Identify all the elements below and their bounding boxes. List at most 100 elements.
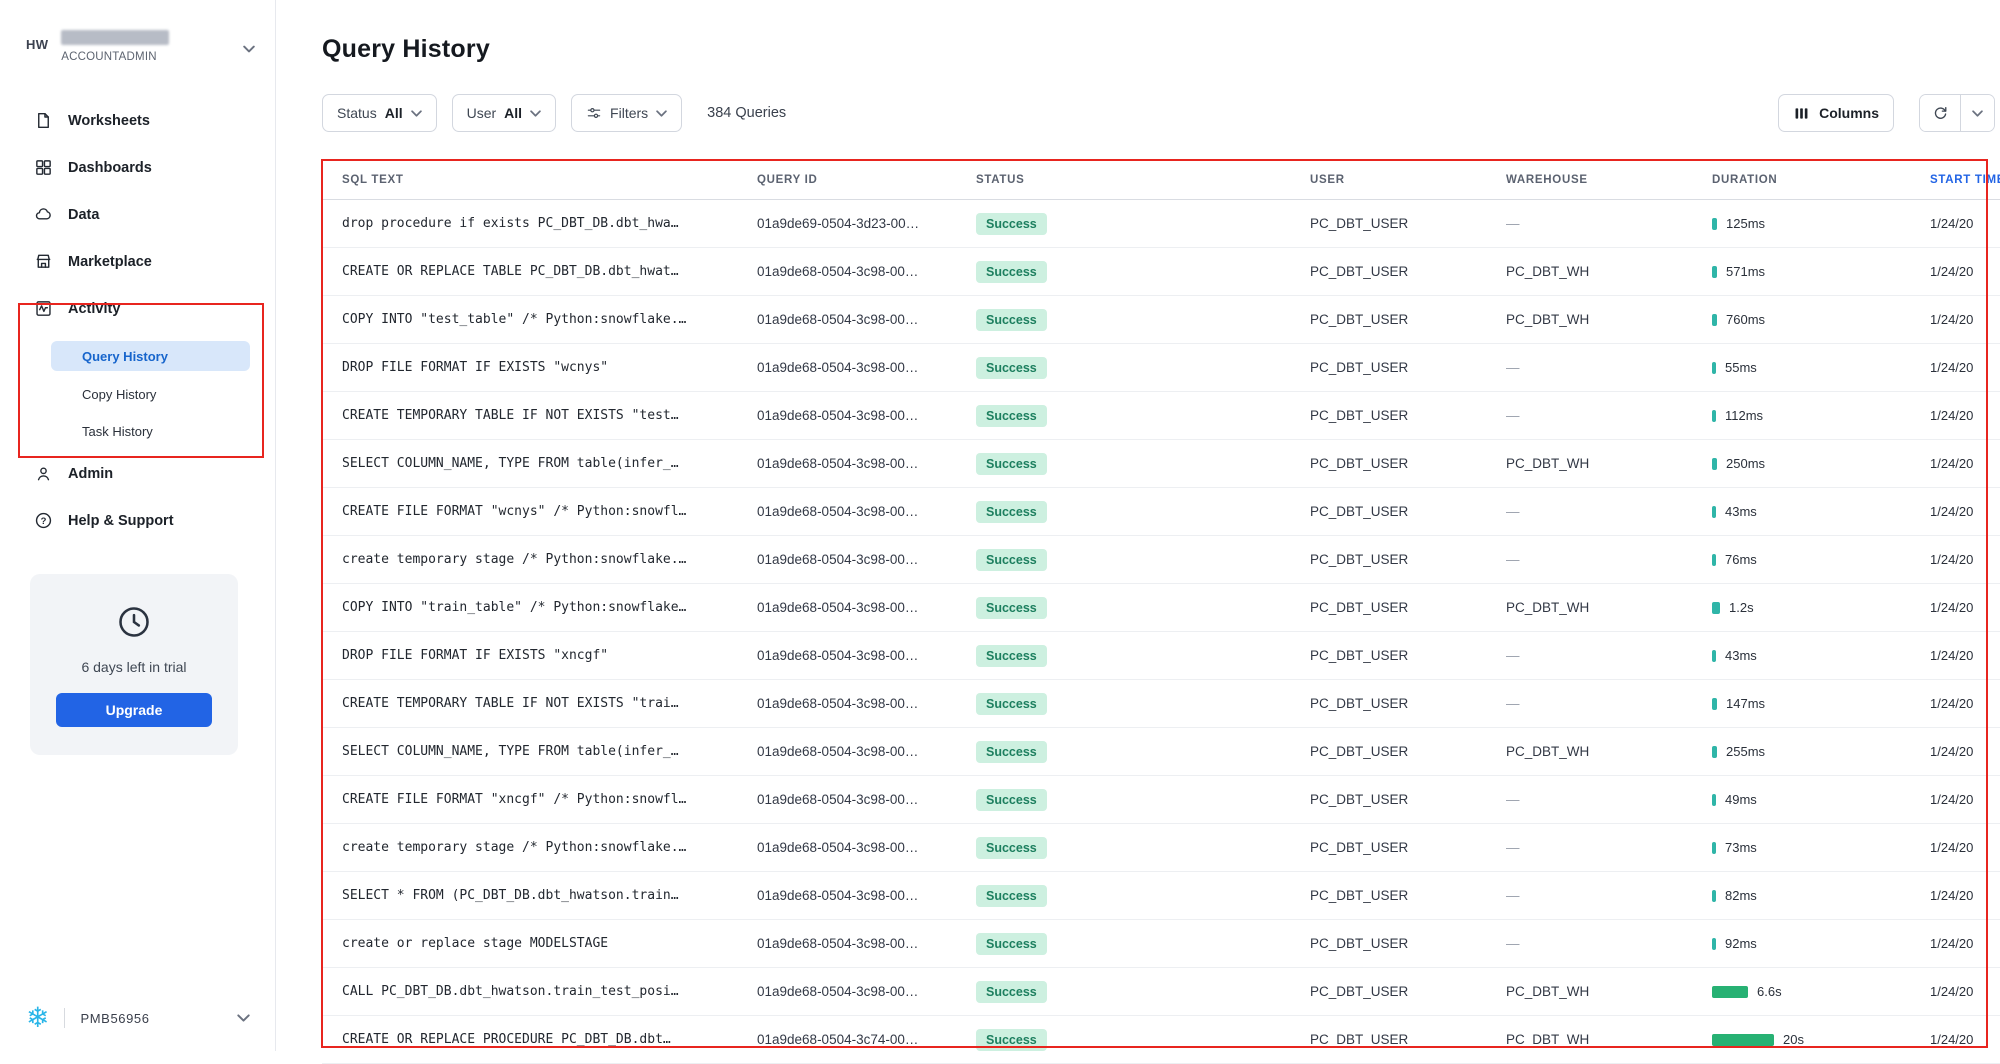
status-badge: Success xyxy=(976,309,1047,331)
cell-query-id: 01a9de68-0504-3c98-00… xyxy=(757,792,976,807)
cell-duration: 147ms xyxy=(1712,696,1930,711)
table-row[interactable]: CREATE TEMPORARY TABLE IF NOT EXISTS "te… xyxy=(322,392,2000,440)
duration-bar xyxy=(1712,986,1748,998)
column-header-user[interactable]: User xyxy=(1310,174,1506,186)
filters-button[interactable]: Filters xyxy=(571,94,682,132)
duration-bar xyxy=(1712,698,1717,710)
column-header-start-time[interactable]: Start Time xyxy=(1930,174,2000,186)
status-badge: Success xyxy=(976,1029,1047,1051)
cell-user: PC_DBT_USER xyxy=(1310,696,1506,711)
refresh-options-button[interactable] xyxy=(1961,95,1994,131)
table-row[interactable]: drop procedure if exists PC_DBT_DB.dbt_h… xyxy=(322,200,2000,248)
cell-duration: 760ms xyxy=(1712,312,1930,327)
cell-warehouse: — xyxy=(1506,408,1712,423)
table-row[interactable]: DROP FILE FORMAT IF EXISTS "wcnys" 01a9d… xyxy=(322,344,2000,392)
sidebar-item-dashboards[interactable]: Dashboards xyxy=(0,144,275,191)
trial-message: 6 days left in trial xyxy=(81,659,186,675)
sidebar-item-help-support[interactable]: ? Help & Support xyxy=(0,497,275,544)
table-row[interactable]: CREATE OR REPLACE PROCEDURE PC_DBT_DB.db… xyxy=(322,1016,2000,1064)
column-header-sql-text[interactable]: SQL Text xyxy=(342,174,757,186)
table-row[interactable]: COPY INTO "test_table" /* Python:snowfla… xyxy=(322,296,2000,344)
duration-bar xyxy=(1712,458,1717,470)
sidebar-item-marketplace[interactable]: Marketplace xyxy=(0,238,275,285)
sidebar-item-admin[interactable]: Admin xyxy=(0,450,275,497)
columns-button[interactable]: Columns xyxy=(1778,94,1894,132)
column-header-status[interactable]: Status xyxy=(976,174,1310,186)
data-cloud-icon xyxy=(33,205,53,225)
upgrade-button[interactable]: Upgrade xyxy=(56,693,212,727)
sidebar-item-label: Worksheets xyxy=(68,113,150,129)
table-row[interactable]: CALL PC_DBT_DB.dbt_hwatson.train_test_po… xyxy=(322,968,2000,1016)
account-role: ACCOUNTADMIN xyxy=(61,51,243,63)
cell-start-time: 1/24/20 xyxy=(1930,648,2000,663)
cell-warehouse: PC_DBT_WH xyxy=(1506,600,1712,615)
cell-status: Success xyxy=(976,261,1310,283)
cell-warehouse: — xyxy=(1506,696,1712,711)
cell-status: Success xyxy=(976,453,1310,475)
cell-user: PC_DBT_USER xyxy=(1310,984,1506,999)
sidebar-item-data[interactable]: Data xyxy=(0,191,275,238)
table-row[interactable]: CREATE TEMPORARY TABLE IF NOT EXISTS "tr… xyxy=(322,680,2000,728)
chevron-down-icon xyxy=(530,110,541,117)
activity-subnav: Query History Copy History Task History xyxy=(0,332,275,450)
table-row[interactable]: COPY INTO "train_table" /* Python:snowfl… xyxy=(322,584,2000,632)
table-row[interactable]: CREATE FILE FORMAT "xncgf" /* Python:sno… xyxy=(322,776,2000,824)
table-header: SQL Text Query ID Status User Warehouse … xyxy=(322,160,2000,200)
cell-query-id: 01a9de68-0504-3c98-00… xyxy=(757,552,976,567)
column-header-query-id[interactable]: Query ID xyxy=(757,174,976,186)
cell-warehouse: — xyxy=(1506,888,1712,903)
duration-text: 1.2s xyxy=(1729,600,1754,615)
org-block: ACCOUNTADMIN xyxy=(61,30,243,63)
table-row[interactable]: SELECT COLUMN_NAME, TYPE FROM table(infe… xyxy=(322,728,2000,776)
sidebar-item-activity[interactable]: Activity xyxy=(0,285,275,332)
cell-status: Success xyxy=(976,789,1310,811)
table-row[interactable]: CREATE OR REPLACE TABLE PC_DBT_DB.dbt_hw… xyxy=(322,248,2000,296)
cell-start-time: 1/24/20 xyxy=(1930,840,2000,855)
cell-query-id: 01a9de68-0504-3c98-00… xyxy=(757,696,976,711)
table-row[interactable]: create temporary stage /* Python:snowfla… xyxy=(322,824,2000,872)
user-filter-button[interactable]: User All xyxy=(452,94,556,132)
sidebar-item-query-history[interactable]: Query History xyxy=(51,341,250,371)
avatar: HW xyxy=(26,37,48,52)
cell-user: PC_DBT_USER xyxy=(1310,264,1506,279)
chevron-down-icon[interactable] xyxy=(237,1009,250,1027)
help-icon: ? xyxy=(33,511,53,531)
table-row[interactable]: create or replace stage MODELSTAGE 01a9d… xyxy=(322,920,2000,968)
refresh-button[interactable] xyxy=(1920,95,1961,131)
sidebar-item-task-history[interactable]: Task History xyxy=(0,413,275,450)
column-header-duration[interactable]: Duration xyxy=(1712,174,1930,186)
cell-sql-text: SELECT COLUMN_NAME, TYPE FROM table(infe… xyxy=(342,456,757,471)
cell-start-time: 1/24/20 xyxy=(1930,600,2000,615)
cell-query-id: 01a9de68-0504-3c98-00… xyxy=(757,408,976,423)
cell-query-id: 01a9de68-0504-3c98-00… xyxy=(757,840,976,855)
status-filter-button[interactable]: Status All xyxy=(322,94,437,132)
duration-bar xyxy=(1712,266,1717,278)
cell-sql-text: CREATE OR REPLACE PROCEDURE PC_DBT_DB.db… xyxy=(342,1032,757,1047)
cell-warehouse: — xyxy=(1506,648,1712,663)
duration-bar xyxy=(1712,554,1716,566)
sidebar-item-copy-history[interactable]: Copy History xyxy=(0,376,275,413)
sidebar-item-worksheets[interactable]: Worksheets xyxy=(0,97,275,144)
table-row[interactable]: create temporary stage /* Python:snowfla… xyxy=(322,536,2000,584)
cell-duration: 76ms xyxy=(1712,552,1930,567)
account-switcher[interactable]: HW ACCOUNTADMIN xyxy=(0,0,275,63)
dashboards-icon xyxy=(33,158,53,178)
cell-duration: 6.6s xyxy=(1712,984,1930,999)
table-row[interactable]: DROP FILE FORMAT IF EXISTS "xncgf" 01a9d… xyxy=(322,632,2000,680)
table-row[interactable]: SELECT * FROM (PC_DBT_DB.dbt_hwatson.tra… xyxy=(322,872,2000,920)
column-header-warehouse[interactable]: Warehouse xyxy=(1506,174,1712,186)
svg-text:?: ? xyxy=(40,516,46,527)
cell-sql-text: DROP FILE FORMAT IF EXISTS "wcnys" xyxy=(342,360,757,375)
table-row[interactable]: SELECT COLUMN_NAME, TYPE FROM table(infe… xyxy=(322,440,2000,488)
cell-start-time: 1/24/20 xyxy=(1930,936,2000,951)
cell-start-time: 1/24/20 xyxy=(1930,696,2000,711)
cell-sql-text: drop procedure if exists PC_DBT_DB.dbt_h… xyxy=(342,216,757,231)
cell-start-time: 1/24/20 xyxy=(1930,360,2000,375)
chevron-down-icon xyxy=(656,110,667,117)
columns-label: Columns xyxy=(1819,105,1879,121)
cell-status: Success xyxy=(976,597,1310,619)
cell-sql-text: SELECT COLUMN_NAME, TYPE FROM table(infe… xyxy=(342,744,757,759)
account-row: ❄ PMB56956 xyxy=(0,998,276,1038)
table-row[interactable]: CREATE FILE FORMAT "wcnys" /* Python:sno… xyxy=(322,488,2000,536)
worksheets-icon xyxy=(33,111,53,131)
